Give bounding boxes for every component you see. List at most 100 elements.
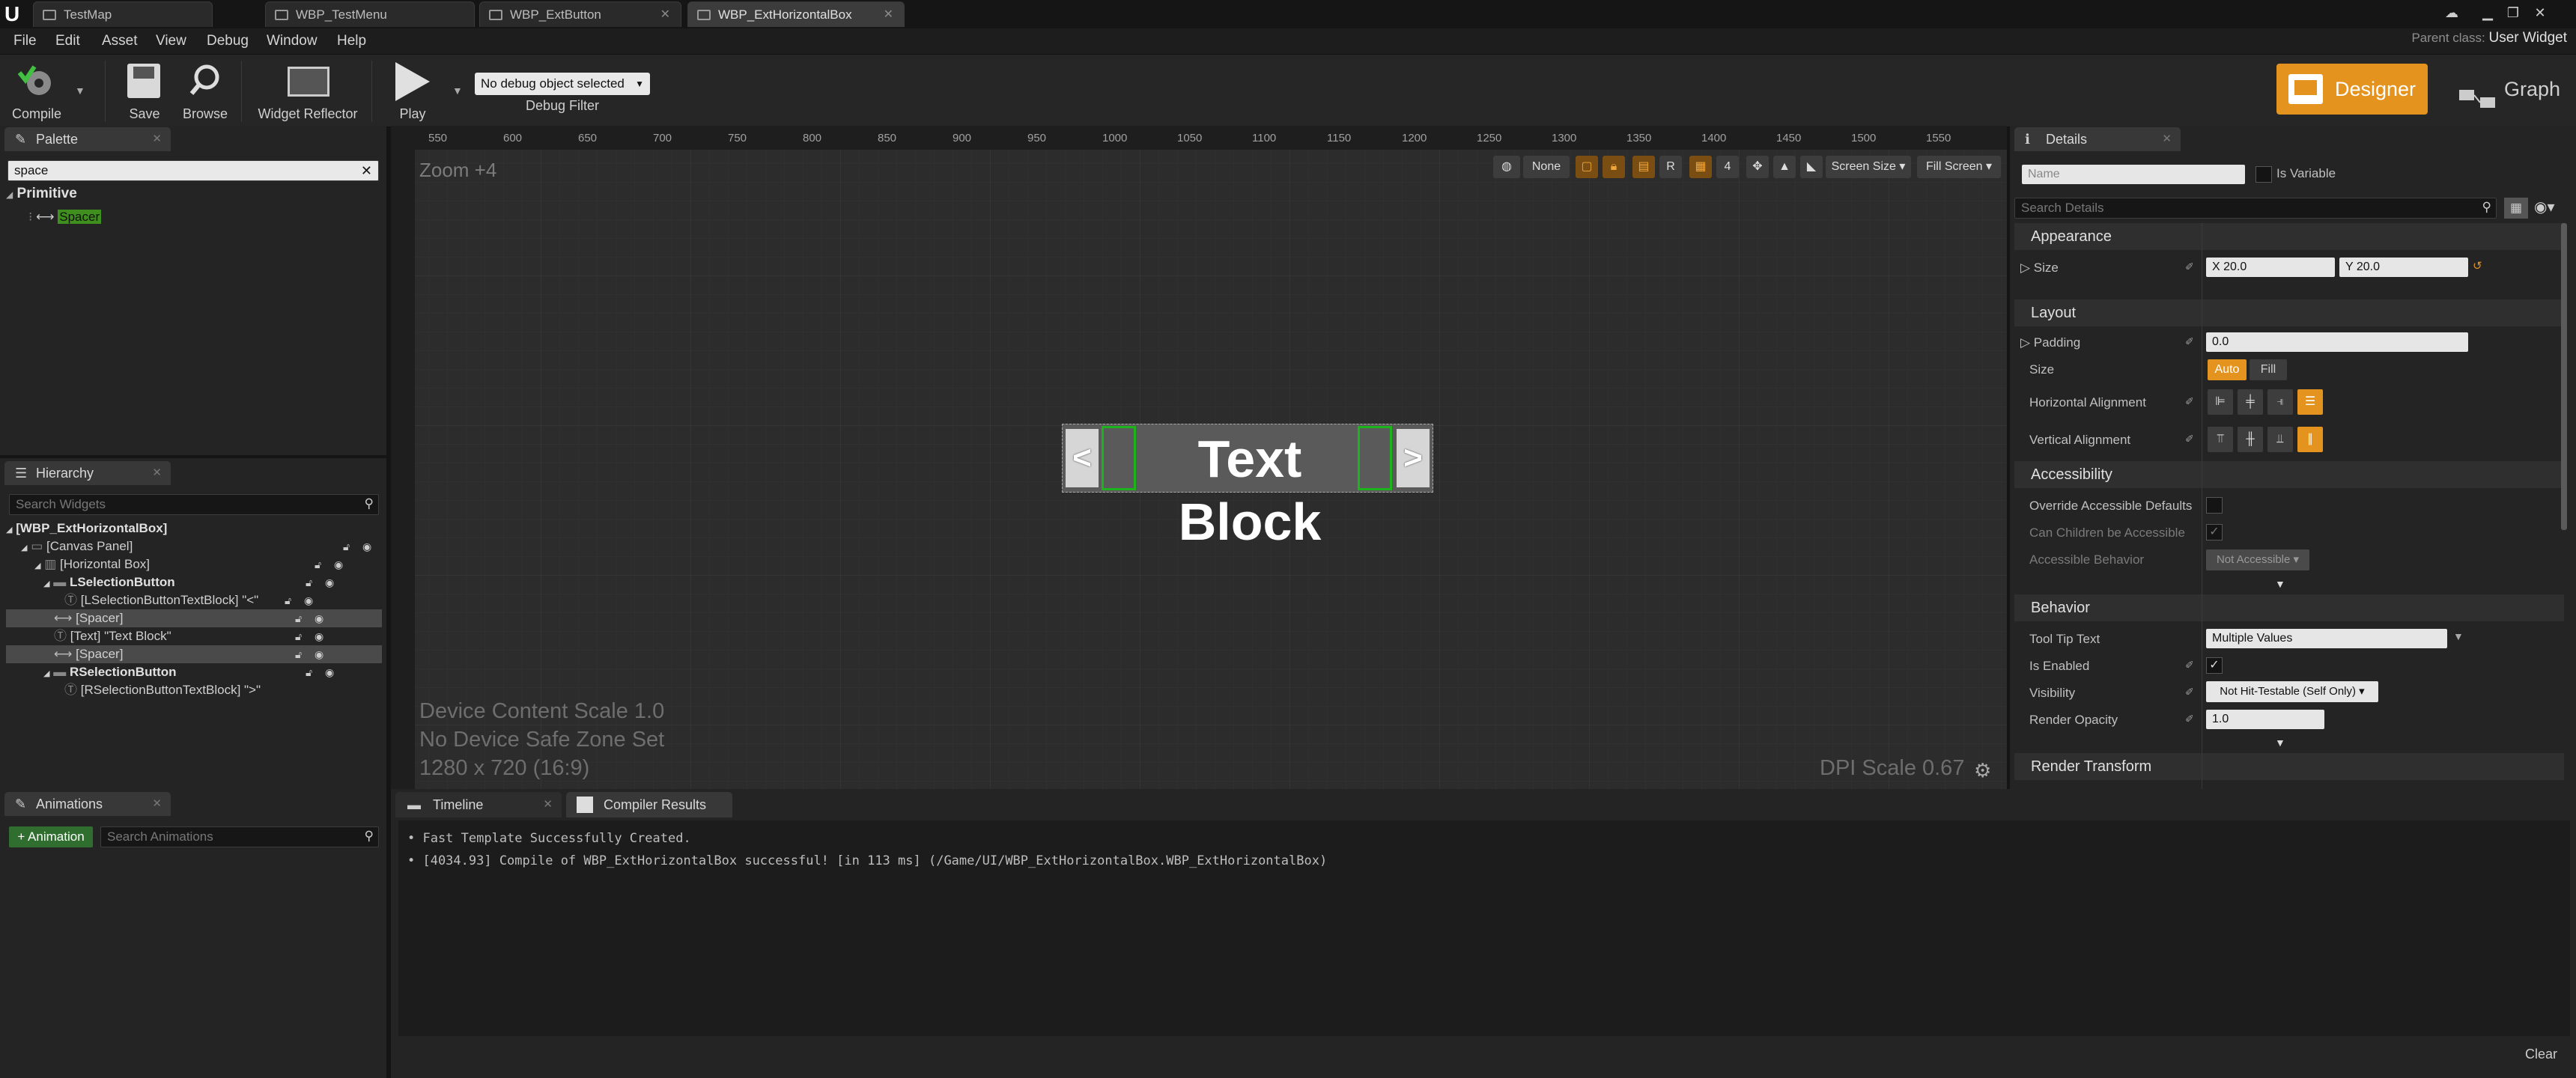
tab-wbp-extbutton[interactable]: WBP_ExtButton ✕ bbox=[479, 1, 681, 27]
localization-preview-icon[interactable]: ◍ bbox=[1493, 156, 1520, 178]
tooltip-options-chevron-icon[interactable]: ▼ bbox=[2453, 630, 2464, 642]
tab-palette[interactable]: ✎ Palette ✕ bbox=[4, 127, 171, 151]
menu-edit[interactable]: Edit bbox=[55, 33, 80, 49]
align-bottom-icon[interactable]: ⫫ bbox=[2267, 427, 2293, 452]
add-animation-button[interactable]: + Animation bbox=[9, 826, 93, 847]
widget-reflector-button[interactable]: Widget Reflector bbox=[252, 59, 364, 124]
hierarchy-row-canvas-panel[interactable]: ◢ ▭ [Canvas Panel] 🔓︎ ◉ bbox=[6, 538, 382, 555]
eye-icon[interactable]: ◉ bbox=[315, 627, 323, 645]
hierarchy-row-spacer-right[interactable]: ⟷ [Spacer] 🔓︎ ◉ bbox=[6, 645, 382, 663]
reset-to-default-icon[interactable]: ↺ bbox=[2473, 259, 2482, 272]
section-accessibility[interactable]: Accessibility bbox=[2014, 461, 2564, 488]
debug-object-select[interactable]: No debug object selected ▼ bbox=[475, 73, 650, 95]
bind-icon[interactable]: ✐ bbox=[2185, 659, 2194, 672]
close-window-icon[interactable]: ✕ bbox=[2528, 3, 2552, 22]
tab-testmap[interactable]: TestMap bbox=[33, 1, 213, 27]
safe-zone-icon[interactable]: ◣ bbox=[1800, 156, 1823, 178]
palette-search-input[interactable]: space ✕ bbox=[7, 160, 379, 181]
size-y-input[interactable]: Y 20.0 bbox=[2339, 258, 2468, 277]
widget-name-input[interactable]: Name bbox=[2022, 165, 2245, 184]
menu-debug[interactable]: Debug bbox=[207, 33, 249, 49]
designer-mode-button[interactable]: Designer bbox=[2276, 64, 2428, 115]
spacer-left[interactable] bbox=[1102, 426, 1136, 490]
lock-icon[interactable]: 🔓︎ bbox=[315, 555, 321, 573]
close-icon[interactable]: ✕ bbox=[2162, 127, 2172, 151]
close-icon[interactable]: ✕ bbox=[152, 127, 162, 151]
padding-input[interactable]: 0.0 bbox=[2206, 332, 2468, 352]
menu-file[interactable]: File bbox=[13, 33, 37, 49]
lock-icon[interactable]: 🔓︎ bbox=[306, 663, 312, 681]
palette-item-spacer[interactable]: ⁝ ⟷ Spacer bbox=[28, 210, 102, 225]
hierarchy-row-rselection-textblock[interactable]: Ⓣ [RSelectionButtonTextBlock] ">" bbox=[6, 681, 382, 699]
override-accessible-checkbox[interactable] bbox=[2206, 497, 2223, 514]
bind-icon[interactable]: ✐ bbox=[2185, 713, 2194, 725]
close-icon[interactable]: ✕ bbox=[152, 461, 162, 485]
save-button[interactable]: Save bbox=[117, 59, 172, 124]
tab-hierarchy[interactable]: ☰ Hierarchy ✕ bbox=[4, 461, 171, 485]
show-advanced-chevron-icon[interactable]: ▼ bbox=[2275, 737, 2285, 749]
tab-animations[interactable]: ✎ Animations ✕ bbox=[4, 792, 171, 816]
fill-screen-select[interactable]: Fill Screen ▾ bbox=[1917, 156, 2001, 178]
hierarchy-row-rselectionbutton[interactable]: ◢ ▬ RSelectionButton 🔓︎ ◉ bbox=[6, 663, 382, 681]
close-icon[interactable]: ✕ bbox=[884, 2, 893, 28]
lock-icon[interactable]: 🔒︎ bbox=[1603, 156, 1625, 178]
menu-window[interactable]: Window bbox=[267, 33, 318, 49]
details-scrollbar[interactable] bbox=[2561, 223, 2567, 530]
align-middle-icon[interactable]: ╫ bbox=[2238, 427, 2263, 452]
section-render-transform[interactable]: Render Transform bbox=[2014, 753, 2564, 780]
eye-icon[interactable]: ◉ bbox=[325, 573, 334, 591]
align-top-icon[interactable]: ⫪ bbox=[2208, 427, 2233, 452]
can-children-accessible-checkbox[interactable]: ✓ bbox=[2206, 524, 2223, 540]
hierarchy-search-input[interactable]: Search Widgets ⚲ bbox=[9, 494, 379, 515]
is-variable-checkbox[interactable] bbox=[2255, 166, 2272, 183]
play-button[interactable]: Play bbox=[379, 59, 446, 124]
browse-button[interactable]: Browse bbox=[175, 59, 235, 124]
close-icon[interactable]: ✕ bbox=[660, 2, 670, 28]
eye-icon[interactable]: ◉ bbox=[304, 591, 313, 609]
lock-icon[interactable]: 🔓︎ bbox=[295, 645, 302, 663]
background-image-icon[interactable]: ▲ bbox=[1773, 156, 1796, 178]
tab-details[interactable]: ℹ Details ✕ bbox=[2014, 127, 2181, 151]
visibility-select[interactable]: Not Hit-Testable (Self Only) ▾ bbox=[2206, 681, 2378, 702]
align-fill-horizontal-icon[interactable]: ☰ bbox=[2297, 389, 2323, 415]
grid-snap-size-select[interactable]: 4 bbox=[1716, 156, 1739, 178]
bind-icon[interactable]: ✐ bbox=[2185, 335, 2194, 348]
size-fill-button[interactable]: Fill bbox=[2250, 359, 2287, 380]
maximize-icon[interactable]: ❐ bbox=[2501, 3, 2525, 22]
show-advanced-chevron-icon[interactable]: ▼ bbox=[2275, 578, 2285, 590]
compile-button[interactable]: Compile bbox=[4, 59, 69, 124]
text-block[interactable]: Text Block bbox=[1137, 427, 1362, 553]
clear-search-icon[interactable]: ✕ bbox=[361, 161, 372, 180]
is-enabled-checkbox[interactable]: ✓ bbox=[2206, 657, 2223, 674]
grid-snap-icon[interactable]: ▦ bbox=[1689, 156, 1712, 178]
bind-icon[interactable]: ✐ bbox=[2185, 686, 2194, 698]
hierarchy-row-spacer-left[interactable]: ⟷ [Spacer] 🔓︎ ◉ bbox=[6, 609, 382, 627]
align-center-icon[interactable]: ╪ bbox=[2238, 389, 2263, 415]
close-icon[interactable]: ✕ bbox=[543, 792, 553, 817]
hierarchy-row-text[interactable]: Ⓣ [Text] "Text Block" 🔓︎ ◉ bbox=[6, 627, 382, 645]
size-auto-button[interactable]: Auto bbox=[2208, 359, 2247, 380]
play-options-chevron-icon[interactable]: ▼ bbox=[452, 85, 463, 97]
tab-timeline[interactable]: ▬ Timeline ✕ bbox=[395, 792, 562, 817]
lock-icon[interactable]: 🔓︎ bbox=[295, 627, 302, 645]
screen-size-select[interactable]: Screen Size ▾ bbox=[1826, 156, 1911, 178]
hierarchy-row-root[interactable]: ◢ [WBP_ExtHorizontalBox] bbox=[6, 520, 382, 538]
hierarchy-row-lselection-textblock[interactable]: Ⓣ [LSelectionButtonTextBlock] "<" 🔓︎ ◉ bbox=[6, 591, 382, 609]
layout-icon[interactable]: ▤ bbox=[1632, 156, 1655, 178]
notifications-icon[interactable]: ☁ bbox=[2440, 3, 2464, 22]
size-x-input[interactable]: X 20.0 bbox=[2206, 258, 2335, 277]
spacer-right[interactable] bbox=[1358, 426, 1392, 490]
compile-options-chevron-icon[interactable]: ▼ bbox=[75, 85, 85, 97]
hierarchy-row-lselectionbutton[interactable]: ◢ ▬ LSelectionButton 🔓︎ ◉ bbox=[6, 573, 382, 591]
right-selection-button[interactable]: > bbox=[1397, 429, 1430, 487]
respect-locks-icon[interactable]: ▢ bbox=[1576, 156, 1598, 178]
transform-icon[interactable]: ✥ bbox=[1746, 156, 1769, 178]
menu-view[interactable]: View bbox=[156, 33, 186, 49]
details-search-input[interactable]: Search Details ⚲ bbox=[2014, 198, 2497, 219]
bind-icon[interactable]: ✐ bbox=[2185, 395, 2194, 408]
section-appearance[interactable]: Appearance bbox=[2014, 223, 2564, 250]
widget-preview[interactable]: < Text Block > bbox=[1062, 424, 1433, 551]
view-options-eye-icon[interactable]: ◉▾ bbox=[2534, 198, 2555, 216]
lock-icon[interactable]: 🔓︎ bbox=[285, 591, 291, 609]
eye-icon[interactable]: ◉ bbox=[362, 538, 371, 555]
